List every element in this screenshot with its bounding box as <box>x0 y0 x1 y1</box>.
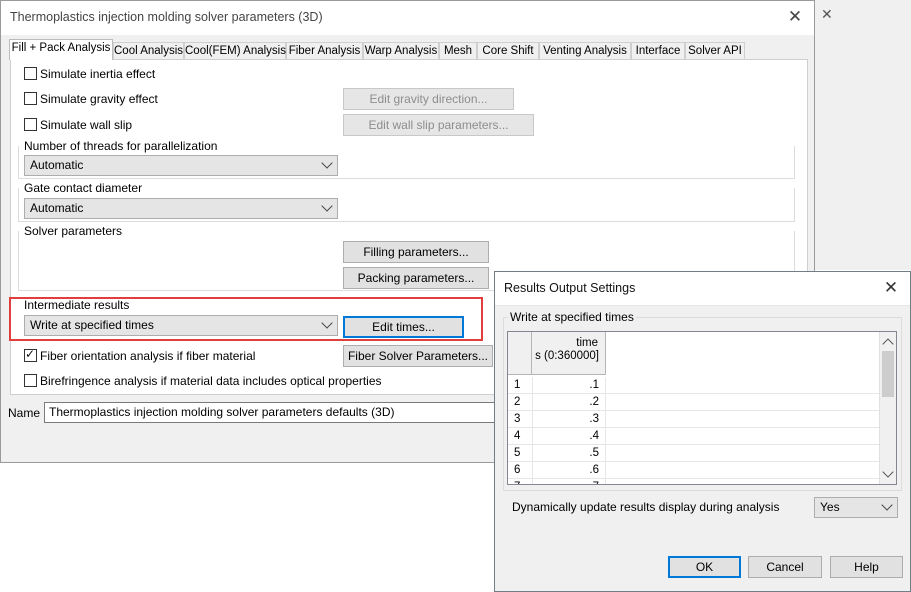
chevron-up-icon[interactable] <box>882 338 894 350</box>
table-row[interactable]: 5 .5 <box>508 445 880 462</box>
row-number: 4 <box>514 430 521 442</box>
highlight-box <box>9 297 483 341</box>
cancel-button[interactable]: Cancel <box>748 556 822 578</box>
fiber-orientation-checkbox[interactable] <box>24 347 37 362</box>
time-cell[interactable]: .5 <box>532 445 606 462</box>
table-row[interactable]: 4 .4 <box>508 428 880 445</box>
gate-value: Automatic <box>30 201 84 215</box>
title-bar: Results Output Settings ✕ <box>495 272 910 306</box>
tab-core-shift[interactable]: Core Shift <box>477 42 539 60</box>
tab-fiber[interactable]: Fiber Analysis <box>286 42 363 60</box>
time-cell[interactable]: .1 <box>532 377 606 394</box>
write-times-group-label: Write at specified times <box>508 310 636 324</box>
tab-mesh[interactable]: Mesh <box>439 42 477 60</box>
tab-warp[interactable]: Warp Analysis <box>363 42 439 60</box>
row-number: 7 <box>508 479 532 484</box>
birefringence-checkbox[interactable] <box>24 374 37 387</box>
help-button[interactable]: Help <box>830 556 903 578</box>
time-cell[interactable]: .6 <box>532 462 606 479</box>
time-column-header[interactable]: time s (0:360000] <box>532 332 606 375</box>
chevron-down-icon <box>881 499 893 511</box>
close-icon[interactable]: ✕ <box>784 6 806 28</box>
wall-slip-checkbox[interactable] <box>24 118 37 131</box>
row-number: 6 <box>514 464 521 476</box>
vertical-scrollbar[interactable] <box>879 332 896 484</box>
close-icon[interactable]: ✕ <box>880 277 902 299</box>
row-number: 3 <box>514 413 521 425</box>
tab-solver-api[interactable]: Solver API <box>685 42 745 60</box>
row-number: 5 <box>514 447 521 459</box>
table-row[interactable]: 2 .2 <box>508 394 880 411</box>
times-table[interactable]: time s (0:360000] 1 .1 2 .2 3 .3 4 .4 5 … <box>507 331 897 485</box>
time-cell[interactable]: .7 <box>532 479 606 484</box>
chevron-down-icon[interactable] <box>882 466 894 478</box>
dynamic-update-value: Yes <box>820 500 840 514</box>
packing-parameters-button[interactable]: Packing parameters... <box>343 267 489 289</box>
row-number: 2 <box>514 396 521 408</box>
title-bar: Thermoplastics injection molding solver … <box>1 1 814 35</box>
fiber-orientation-label: Fiber orientation analysis if fiber mate… <box>40 349 256 363</box>
table-corner <box>508 332 532 375</box>
time-cell[interactable]: .2 <box>532 394 606 411</box>
scrollbar-thumb[interactable] <box>882 351 894 397</box>
inertia-label: Simulate inertia effect <box>40 67 156 81</box>
solver-label: Solver parameters <box>24 224 123 238</box>
time-cell[interactable]: .4 <box>532 428 606 445</box>
fiber-solver-parameters-button[interactable]: Fiber Solver Parameters... <box>343 345 493 367</box>
close-icon[interactable]: ✕ <box>821 6 837 22</box>
results-output-settings-dialog: Results Output Settings ✕ Write at speci… <box>494 271 911 592</box>
background-window: ✕ <box>812 0 911 270</box>
time-cell[interactable]: .3 <box>532 411 606 428</box>
gravity-label: Simulate gravity effect <box>40 92 158 106</box>
ok-button[interactable]: OK <box>668 556 741 578</box>
wall-slip-label: Simulate wall slip <box>40 118 133 132</box>
filling-parameters-button[interactable]: Filling parameters... <box>343 241 489 263</box>
threads-label: Number of threads for parallelization <box>24 139 218 153</box>
chevron-down-icon <box>321 157 333 169</box>
gravity-checkbox[interactable] <box>24 92 37 105</box>
tab-cool[interactable]: Cool Analysis <box>113 42 184 60</box>
dialog-title: Results Output Settings <box>504 281 636 295</box>
tab-cool-fem[interactable]: Cool(FEM) Analysis <box>184 42 286 60</box>
gate-dropdown[interactable]: Automatic <box>24 198 338 219</box>
table-row[interactable]: 7 .7 <box>508 479 880 484</box>
name-label: Name <box>8 406 41 420</box>
dynamic-update-dropdown[interactable]: Yes <box>814 497 898 518</box>
threads-dropdown[interactable]: Automatic <box>24 155 338 176</box>
chevron-down-icon <box>321 200 333 212</box>
time-header-unit: s (0:360000] <box>535 350 599 362</box>
table-row[interactable]: 3 .3 <box>508 411 880 428</box>
name-field[interactable]: Thermoplastics injection molding solver … <box>44 402 504 423</box>
tab-interface[interactable]: Interface <box>631 42 685 60</box>
table-row[interactable]: 1 .1 <box>508 377 880 394</box>
birefringence-label: Birefringence analysis if material data … <box>40 374 382 388</box>
dialog-title: Thermoplastics injection molding solver … <box>10 10 323 24</box>
threads-value: Automatic <box>30 158 84 172</box>
row-number: 1 <box>514 379 521 391</box>
tab-venting[interactable]: Venting Analysis <box>539 42 631 60</box>
inertia-checkbox[interactable] <box>24 67 37 80</box>
table-row[interactable]: 6 .6 <box>508 462 880 479</box>
edit-gravity-button[interactable]: Edit gravity direction... <box>343 88 514 110</box>
dynamic-update-label: Dynamically update results display durin… <box>512 500 780 514</box>
time-header-name: time <box>576 337 598 349</box>
gate-label: Gate contact diameter <box>24 181 143 195</box>
tab-fill-pack[interactable]: Fill + Pack Analysis <box>9 39 113 60</box>
edit-wall-slip-button[interactable]: Edit wall slip parameters... <box>343 114 534 136</box>
